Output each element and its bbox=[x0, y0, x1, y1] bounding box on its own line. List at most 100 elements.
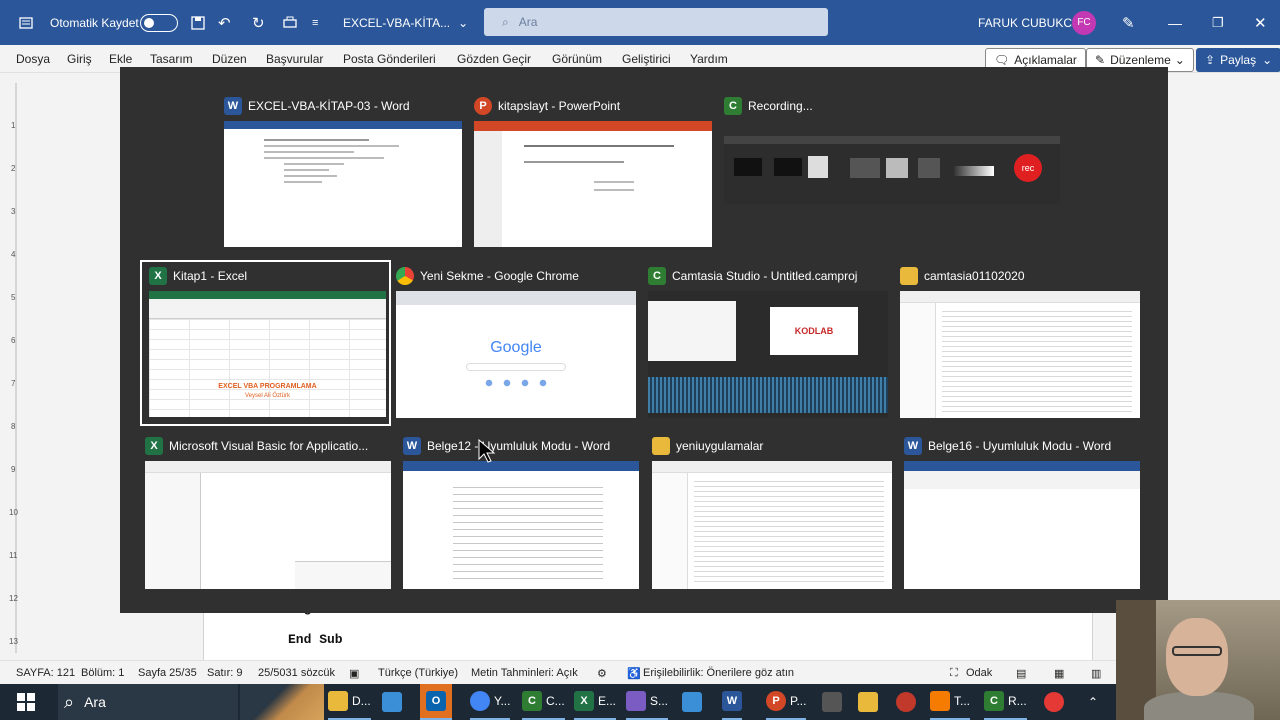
search-icon: ⌕ bbox=[64, 691, 75, 712]
status-line[interactable]: Satır: 9 bbox=[207, 667, 242, 679]
window-thumbnail-vba[interactable]: X Microsoft Visual Basic for Applicatio.… bbox=[145, 435, 391, 589]
read-mode-icon[interactable]: ▤ bbox=[1016, 667, 1026, 680]
chevron-down-icon: ⌄ bbox=[1174, 53, 1185, 67]
tab-developer[interactable]: Geliştirici bbox=[622, 52, 671, 66]
status-section[interactable]: Bölüm: 1 bbox=[81, 667, 124, 679]
settings-icon[interactable]: ⚙ bbox=[597, 667, 607, 680]
taskbar-item[interactable]: D... bbox=[328, 684, 371, 720]
web-layout-icon[interactable]: ▥ bbox=[1091, 667, 1101, 680]
taskbar-item[interactable]: W bbox=[722, 684, 742, 720]
taskbar-item-label: T... bbox=[954, 694, 971, 708]
tab-mailings[interactable]: Posta Gönderileri bbox=[343, 52, 436, 66]
tab-design[interactable]: Tasarım bbox=[150, 52, 193, 66]
save-icon[interactable] bbox=[190, 0, 206, 45]
taskbar-item[interactable] bbox=[822, 684, 842, 720]
taskbar-item-label: D... bbox=[352, 694, 371, 708]
window-thumbnail-folder[interactable]: camtasia01102020 bbox=[900, 265, 1140, 418]
autosave-toggle[interactable] bbox=[140, 0, 178, 45]
photos-icon bbox=[382, 692, 402, 712]
app-menu-icon[interactable] bbox=[18, 0, 34, 45]
kodlab-logo: KODLAB bbox=[770, 307, 858, 355]
window-thumbnail-word[interactable]: W EXCEL-VBA-KİTAP-03 - Word bbox=[224, 95, 462, 248]
window-thumbnail-powerpoint[interactable]: P kitapslayt - PowerPoint bbox=[474, 95, 712, 248]
word-icon: W bbox=[722, 691, 742, 711]
close-icon[interactable]: ✕ bbox=[1254, 0, 1267, 45]
status-language[interactable]: Türkçe (Türkiye) bbox=[378, 667, 458, 679]
taskbar-item[interactable]: C R... bbox=[984, 684, 1027, 720]
task-switcher: W EXCEL-VBA-KİTAP-03 - Word P kitapslayt… bbox=[120, 67, 1168, 613]
taskbar-item[interactable]: O bbox=[420, 684, 452, 720]
pen-icon[interactable]: ✎ bbox=[1122, 0, 1135, 45]
redo-icon[interactable]: ↻ bbox=[252, 0, 265, 45]
window-thumbnail-belge12[interactable]: W Belge12 - Uyumluluk Modu - Word bbox=[403, 435, 639, 589]
pencil-icon: ✎ bbox=[1095, 53, 1106, 67]
vscode-icon bbox=[822, 692, 842, 712]
camtasia-icon: C bbox=[522, 691, 542, 711]
window-thumbnail-camtasia[interactable]: C Camtasia Studio - Untitled.camproj KOD… bbox=[648, 265, 888, 418]
avatar-initials: FC bbox=[1072, 10, 1096, 35]
taskbar-item[interactable] bbox=[682, 684, 702, 720]
maximize-icon[interactable]: ❐ bbox=[1212, 0, 1224, 45]
tab-layout[interactable]: Düzen bbox=[212, 52, 247, 66]
focus-icon[interactable]: ⛶ bbox=[950, 667, 958, 680]
print-layout-icon[interactable]: ▦ bbox=[1054, 667, 1064, 680]
excel-banner-text: EXCEL VBA PROGRAMLAMA bbox=[218, 383, 317, 390]
chrome-icon bbox=[470, 691, 490, 711]
status-word-count[interactable]: 25/5031 sözcük bbox=[258, 667, 335, 679]
window-title: Belge12 - Uyumluluk Modu - Word bbox=[427, 439, 611, 453]
vba-icon: X bbox=[145, 437, 163, 455]
tab-view[interactable]: Görünüm bbox=[552, 52, 602, 66]
app-icon bbox=[930, 691, 950, 711]
app-icon bbox=[1044, 692, 1064, 712]
tab-insert[interactable]: Ekle bbox=[109, 52, 132, 66]
tray-chevron-icon[interactable]: ⌃ bbox=[1088, 684, 1098, 720]
word-icon: W bbox=[224, 97, 242, 115]
taskbar-item[interactable]: X E... bbox=[574, 684, 617, 720]
tab-help[interactable]: Yardım bbox=[690, 52, 728, 66]
search-placeholder: Ara bbox=[518, 15, 538, 29]
taskbar-item[interactable] bbox=[382, 684, 402, 720]
window-title: Belge16 - Uyumluluk Modu - Word bbox=[928, 439, 1112, 453]
taskbar-item[interactable]: P P... bbox=[766, 684, 807, 720]
taskbar-item[interactable]: C C... bbox=[522, 684, 565, 720]
window-preview bbox=[900, 291, 1140, 418]
vertical-ruler[interactable]: 1234 5678 9 10 11 12 13 bbox=[0, 73, 30, 660]
window-thumbnail-folder[interactable]: yeniuygulamalar bbox=[652, 435, 892, 589]
window-thumbnail-excel[interactable]: X Kitap1 - Excel EXCEL VBA PROGRAMLAMA V… bbox=[140, 260, 391, 426]
avatar[interactable]: FC bbox=[1072, 0, 1096, 45]
window-thumbnail-chrome[interactable]: Yeni Sekme - Google Chrome Google bbox=[396, 265, 636, 418]
taskbar-item[interactable] bbox=[858, 684, 878, 720]
taskbar-item[interactable]: T... bbox=[930, 684, 971, 720]
start-button[interactable] bbox=[16, 684, 36, 720]
taskbar-item[interactable] bbox=[896, 684, 916, 720]
status-page[interactable]: SAYFA: 121 bbox=[16, 667, 75, 679]
taskbar-item[interactable]: S... bbox=[626, 684, 669, 720]
window-thumbnail-belge16[interactable]: W Belge16 - Uyumluluk Modu - Word bbox=[904, 435, 1140, 589]
window-title: Microsoft Visual Basic for Applicatio... bbox=[169, 439, 369, 453]
minimize-icon[interactable]: — bbox=[1168, 0, 1182, 45]
document-title[interactable]: EXCEL-VBA-KİTA... ⌄ bbox=[343, 0, 468, 45]
proofing-icon[interactable]: ▣ bbox=[349, 667, 359, 680]
status-page-of[interactable]: Sayfa 25/35 bbox=[138, 667, 197, 679]
taskbar-item[interactable]: Y... bbox=[470, 684, 511, 720]
accessibility-icon[interactable]: ♿ bbox=[627, 667, 641, 680]
taskbar-search[interactable]: ⌕ Ara bbox=[58, 684, 238, 720]
status-accessibility[interactable]: Erişilebilirlik: Önerilere göz atın bbox=[643, 667, 794, 679]
taskbar-item[interactable] bbox=[1044, 684, 1064, 720]
svg-text:3: 3 bbox=[11, 207, 16, 216]
search-input[interactable]: ⌕ Ara bbox=[484, 8, 828, 36]
customize-toolbar-icon[interactable]: ≡ bbox=[312, 0, 318, 45]
tab-review[interactable]: Gözden Geçir bbox=[457, 52, 531, 66]
share-button[interactable]: ⇪ Paylaş ⌄ bbox=[1196, 48, 1280, 72]
taskbar-item-label: Y... bbox=[494, 694, 511, 708]
window-thumbnail-recorder[interactable]: C Recording... rec bbox=[724, 95, 1060, 205]
tab-references[interactable]: Başvurular bbox=[266, 52, 323, 66]
window-preview bbox=[403, 461, 639, 589]
status-focus[interactable]: Odak bbox=[966, 667, 992, 679]
tab-file[interactable]: Dosya bbox=[16, 52, 50, 66]
print-icon[interactable] bbox=[282, 0, 298, 45]
status-predictions[interactable]: Metin Tahminleri: Açık bbox=[471, 667, 578, 679]
title-bar: Otomatik Kaydet ↶ ↻ ≡ EXCEL-VBA-KİTA... … bbox=[0, 0, 1280, 45]
tab-home[interactable]: Giriş bbox=[67, 52, 92, 66]
undo-icon[interactable]: ↶ bbox=[218, 0, 231, 45]
